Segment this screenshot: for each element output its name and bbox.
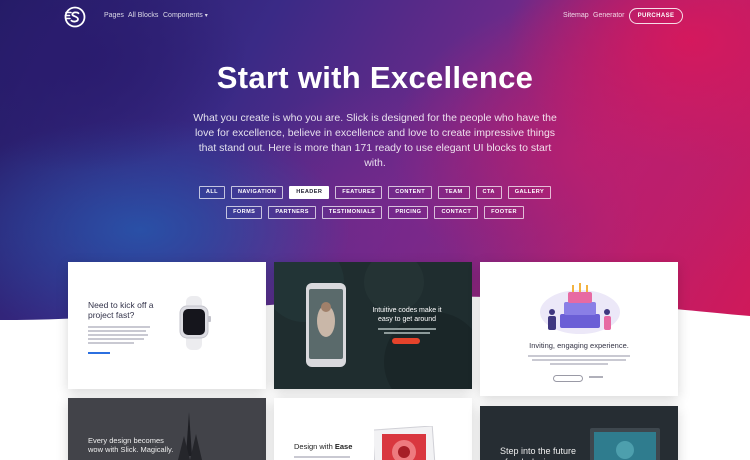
filter-chip-header[interactable]: HEADER — [289, 186, 330, 199]
purchase-button[interactable]: PURCHASE — [629, 8, 683, 24]
card-3-cta-button — [553, 375, 583, 382]
hero-title-light: Start with — [216, 60, 370, 95]
filter-chip-gallery[interactable]: GALLERY — [507, 186, 552, 199]
text-line — [384, 332, 430, 334]
dark-texture-background — [274, 262, 472, 389]
card-5-heading-light: Design with — [294, 442, 335, 451]
nav-link-generator[interactable]: Generator — [593, 12, 625, 19]
nav-link-all-blocks[interactable]: All Blocks — [128, 12, 158, 19]
filter-chip-pricing[interactable]: PRICING — [388, 206, 429, 219]
hero-title: Start with Excellence — [0, 60, 750, 96]
text-line — [88, 326, 150, 328]
preview-card-1[interactable]: Need to kick off a project fast? — [68, 262, 266, 389]
card-4-heading: Every design becomes wow with Slick. Mag… — [88, 436, 174, 454]
filter-chip-all[interactable]: ALL — [198, 186, 225, 199]
preview-card-4[interactable]: Every design becomes wow with Slick. Mag… — [68, 398, 266, 460]
text-line — [550, 363, 608, 365]
card-5-heading: Design with Ease — [294, 442, 352, 451]
card-6-heading: Step into the future of web design — [500, 446, 577, 460]
card-3-secondary-link — [589, 376, 603, 378]
card-5-heading-bold: Ease — [334, 442, 353, 451]
art-frame-illustration — [374, 426, 437, 460]
nav-link-pages[interactable]: Pages — [104, 12, 124, 19]
hero-title-bold: Excellence — [369, 60, 534, 95]
filter-chip-partners[interactable]: PARTNERS — [268, 206, 316, 219]
filter-chip-navigation[interactable]: NAVIGATION — [230, 186, 284, 199]
text-line — [88, 334, 148, 336]
card-3-heading: Inviting, engaging experience. — [529, 341, 629, 350]
filter-chip-content[interactable]: CONTENT — [388, 186, 433, 199]
text-line — [88, 330, 146, 332]
card-2-heading: Intuitive codes make it easy to get arou… — [372, 307, 442, 323]
filter-chip-forms[interactable]: FORMS — [226, 206, 263, 219]
preview-card-5[interactable]: Design with Ease — [274, 398, 472, 460]
filter-chip-features[interactable]: FEATURES — [335, 186, 383, 199]
text-line — [532, 359, 626, 361]
slick-logo-icon[interactable] — [64, 6, 86, 28]
text-line — [88, 338, 144, 340]
filter-chip-contact[interactable]: CONTACT — [434, 206, 479, 219]
filter-chip-footer[interactable]: FOOTER — [484, 206, 524, 219]
card-1-link — [88, 352, 110, 354]
chevron-down-icon: ▾ — [204, 13, 208, 19]
birthday-cake-illustration — [540, 283, 620, 334]
filter-chip-team[interactable]: TEAM — [438, 186, 470, 199]
preview-card-2[interactable]: Intuitive codes make it easy to get arou… — [274, 262, 472, 389]
text-line — [378, 328, 436, 330]
filter-chip-cta[interactable]: CTA — [475, 186, 502, 199]
text-line — [88, 342, 134, 344]
card-1-heading: Need to kick off a project fast? — [88, 300, 154, 320]
nav-link-components-label: Components — [163, 12, 203, 19]
preview-card-3[interactable]: Inviting, engaging experience. — [480, 262, 678, 396]
hero-subtitle: What you create is who you are. Slick is… — [193, 112, 557, 169]
top-navigation: Pages All Blocks Components ▾ Sitemap Gen… — [0, 0, 750, 32]
card-2-cta-button — [392, 338, 420, 344]
nav-link-sitemap[interactable]: Sitemap — [563, 12, 589, 19]
filter-chip-testimonials[interactable]: TESTIMONIALS — [321, 206, 383, 219]
filter-row-1: ALL NAVIGATION HEADER FEATURES CONTENT T… — [0, 186, 750, 199]
text-line — [294, 456, 350, 458]
text-line — [528, 355, 630, 357]
phone-photo — [306, 283, 346, 367]
preview-card-6[interactable]: Step into the future of web design — [480, 406, 678, 460]
filter-row-2: FORMS PARTNERS TESTIMONIALS PRICING CONT… — [0, 206, 750, 219]
smartwatch-illustration — [179, 296, 211, 350]
nav-link-components[interactable]: Components ▾ — [163, 12, 208, 19]
